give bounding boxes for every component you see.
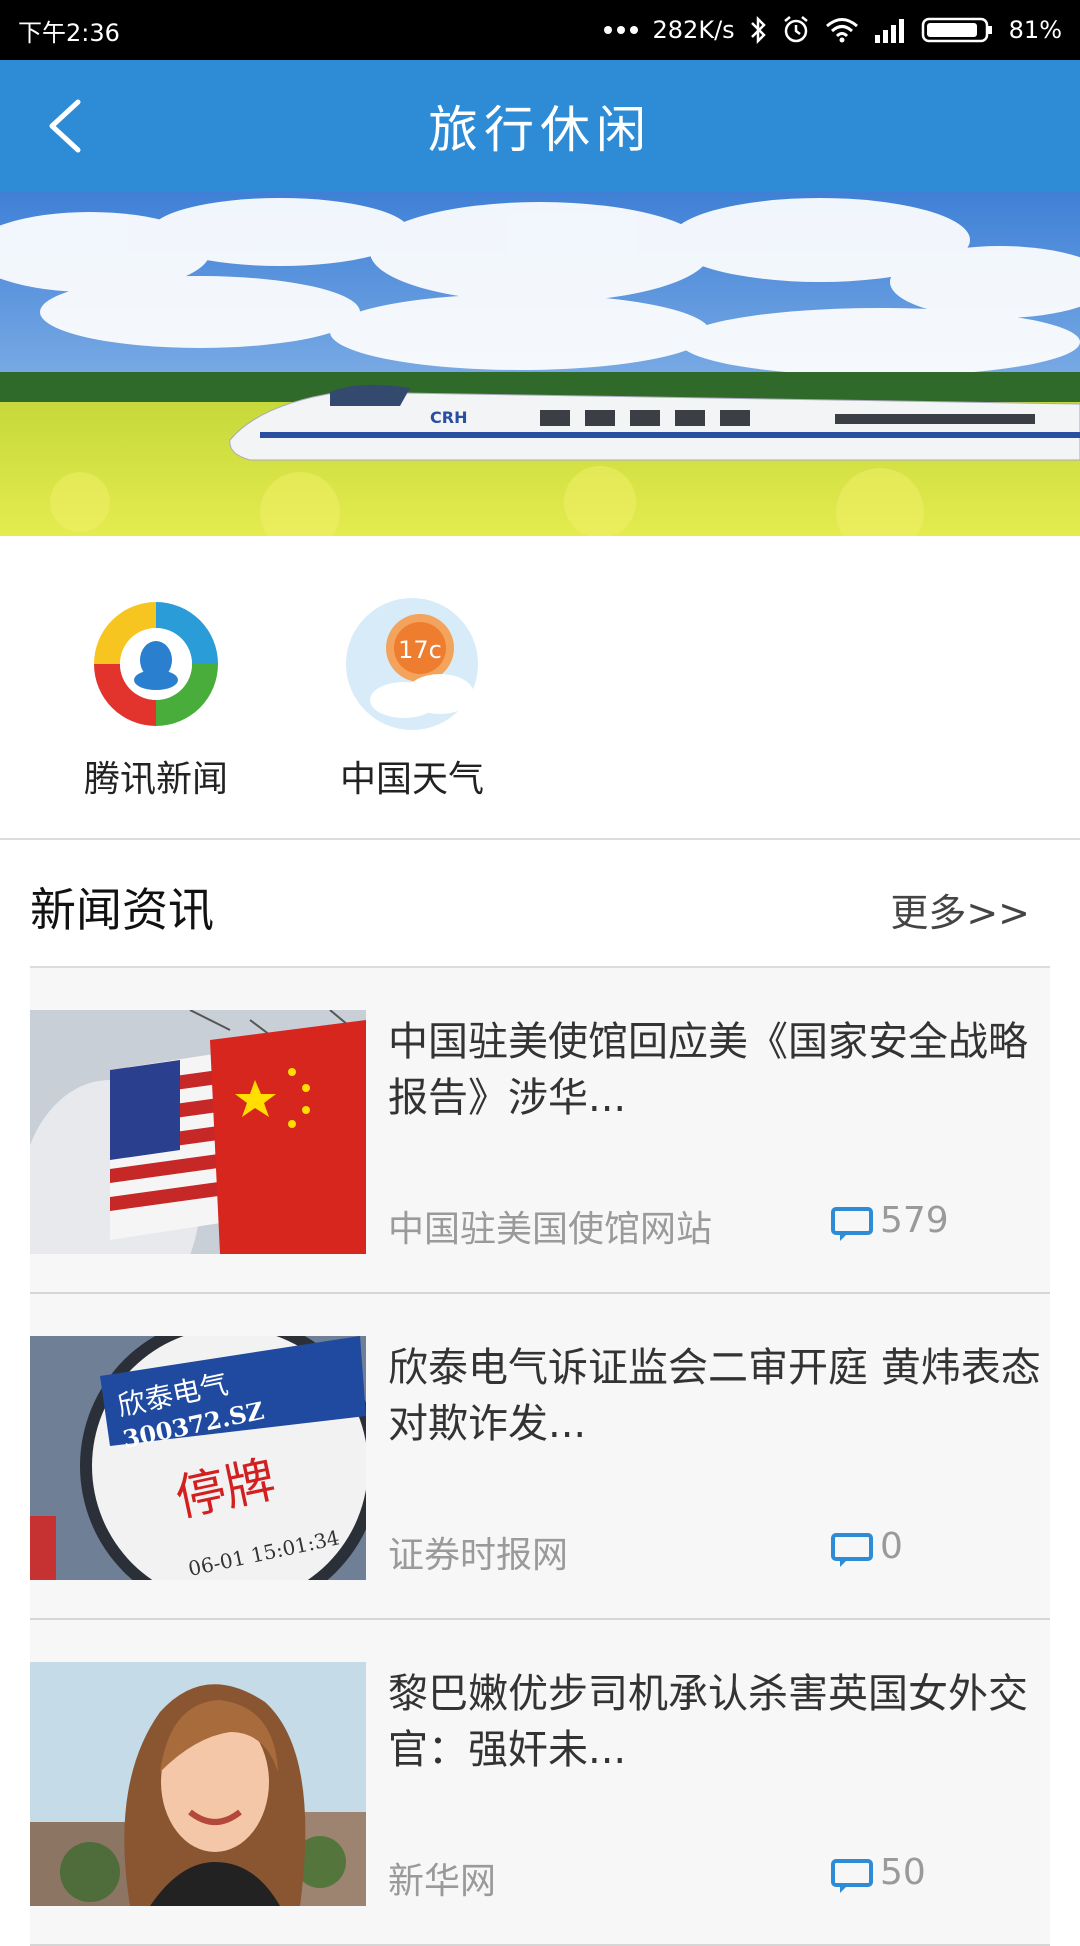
comment-count-wrap: 0 (830, 1526, 903, 1567)
comment-bubble-icon (831, 1206, 873, 1241)
app-china-weather[interactable]: 17c 中国天气 (312, 596, 512, 802)
comment-count: 0 (880, 1526, 903, 1567)
comment-count: 579 (880, 1200, 949, 1241)
weather-temp: 17c (398, 636, 442, 664)
news-headline: 中国驻美使馆回应美《国家安全战略报告》涉华... (388, 1019, 1028, 1121)
battery-level: 81% (1008, 16, 1062, 44)
news-source: 证券时报网 (388, 1535, 569, 1576)
signal-icon (873, 17, 907, 43)
news-header: 新闻资讯 更多>> (30, 840, 1050, 968)
news-thumbnail (30, 1662, 366, 1906)
bluetooth-icon (749, 15, 767, 45)
comment-bubble-icon (831, 1858, 873, 1893)
news-headline: 欣泰电气诉证监会二审开庭 黄炜表态对欺诈发... (388, 1345, 1041, 1447)
app-header: 旅行休闲 (0, 60, 1080, 192)
news-item[interactable]: 中国驻美使馆回应美《国家安全战略报告》涉华... 中国驻美国使馆网站 579 (30, 968, 1050, 1294)
page-title: 旅行休闲 (428, 101, 652, 159)
news-thumbnail: 欣泰电气 300372.SZ 停牌 06-01 15:01:34 (30, 1336, 366, 1580)
news-source: 中国驻美国使馆网站 (388, 1209, 713, 1250)
news-item[interactable]: 欣泰电气 300372.SZ 停牌 06-01 15:01:34 欣泰电气诉证监… (30, 1294, 1050, 1620)
comment-count: 50 (880, 1852, 926, 1893)
more-dots-icon (603, 25, 639, 35)
alarm-icon (781, 15, 811, 45)
network-speed: 282K/s (652, 16, 735, 44)
china-weather-icon: 17c (344, 596, 480, 732)
comment-bubble-icon (831, 1532, 873, 1567)
wifi-icon (825, 17, 859, 43)
app-label: 中国天气 (339, 759, 484, 800)
news-item[interactable]: 黎巴嫩优步司机承认杀害英国女外交官：强奸未... 新华网 50 (30, 1620, 1050, 1946)
app-shortcuts: 腾讯新闻 17c 中国天气 (0, 536, 1080, 840)
app-label: 腾讯新闻 (83, 759, 228, 800)
comment-count-wrap: 50 (830, 1852, 926, 1893)
status-bar: 下午2:36 282K/s 81% (0, 0, 1080, 60)
news-thumbnail (30, 1010, 366, 1254)
banner-image[interactable]: CRH (0, 192, 1080, 536)
section-title: 新闻资讯 (30, 883, 214, 937)
tencent-news-icon (88, 596, 224, 732)
comment-count-wrap: 579 (830, 1200, 949, 1241)
news-section: 新闻资讯 更多>> 中国驻美使馆回应美《国家安全战略报告》涉华... 中国驻美国… (0, 840, 1080, 1946)
status-icons: 282K/s 81% (603, 15, 1062, 45)
news-headline: 黎巴嫩优步司机承认杀害英国女外交官：强奸未... (388, 1671, 1028, 1773)
status-time: 下午2:36 (18, 18, 120, 47)
app-tencent-news[interactable]: 腾讯新闻 (56, 596, 256, 802)
news-source: 新华网 (388, 1861, 497, 1902)
battery-icon (921, 16, 995, 44)
more-link[interactable]: 更多>> (890, 882, 1030, 937)
train-label: CRH (430, 408, 467, 427)
